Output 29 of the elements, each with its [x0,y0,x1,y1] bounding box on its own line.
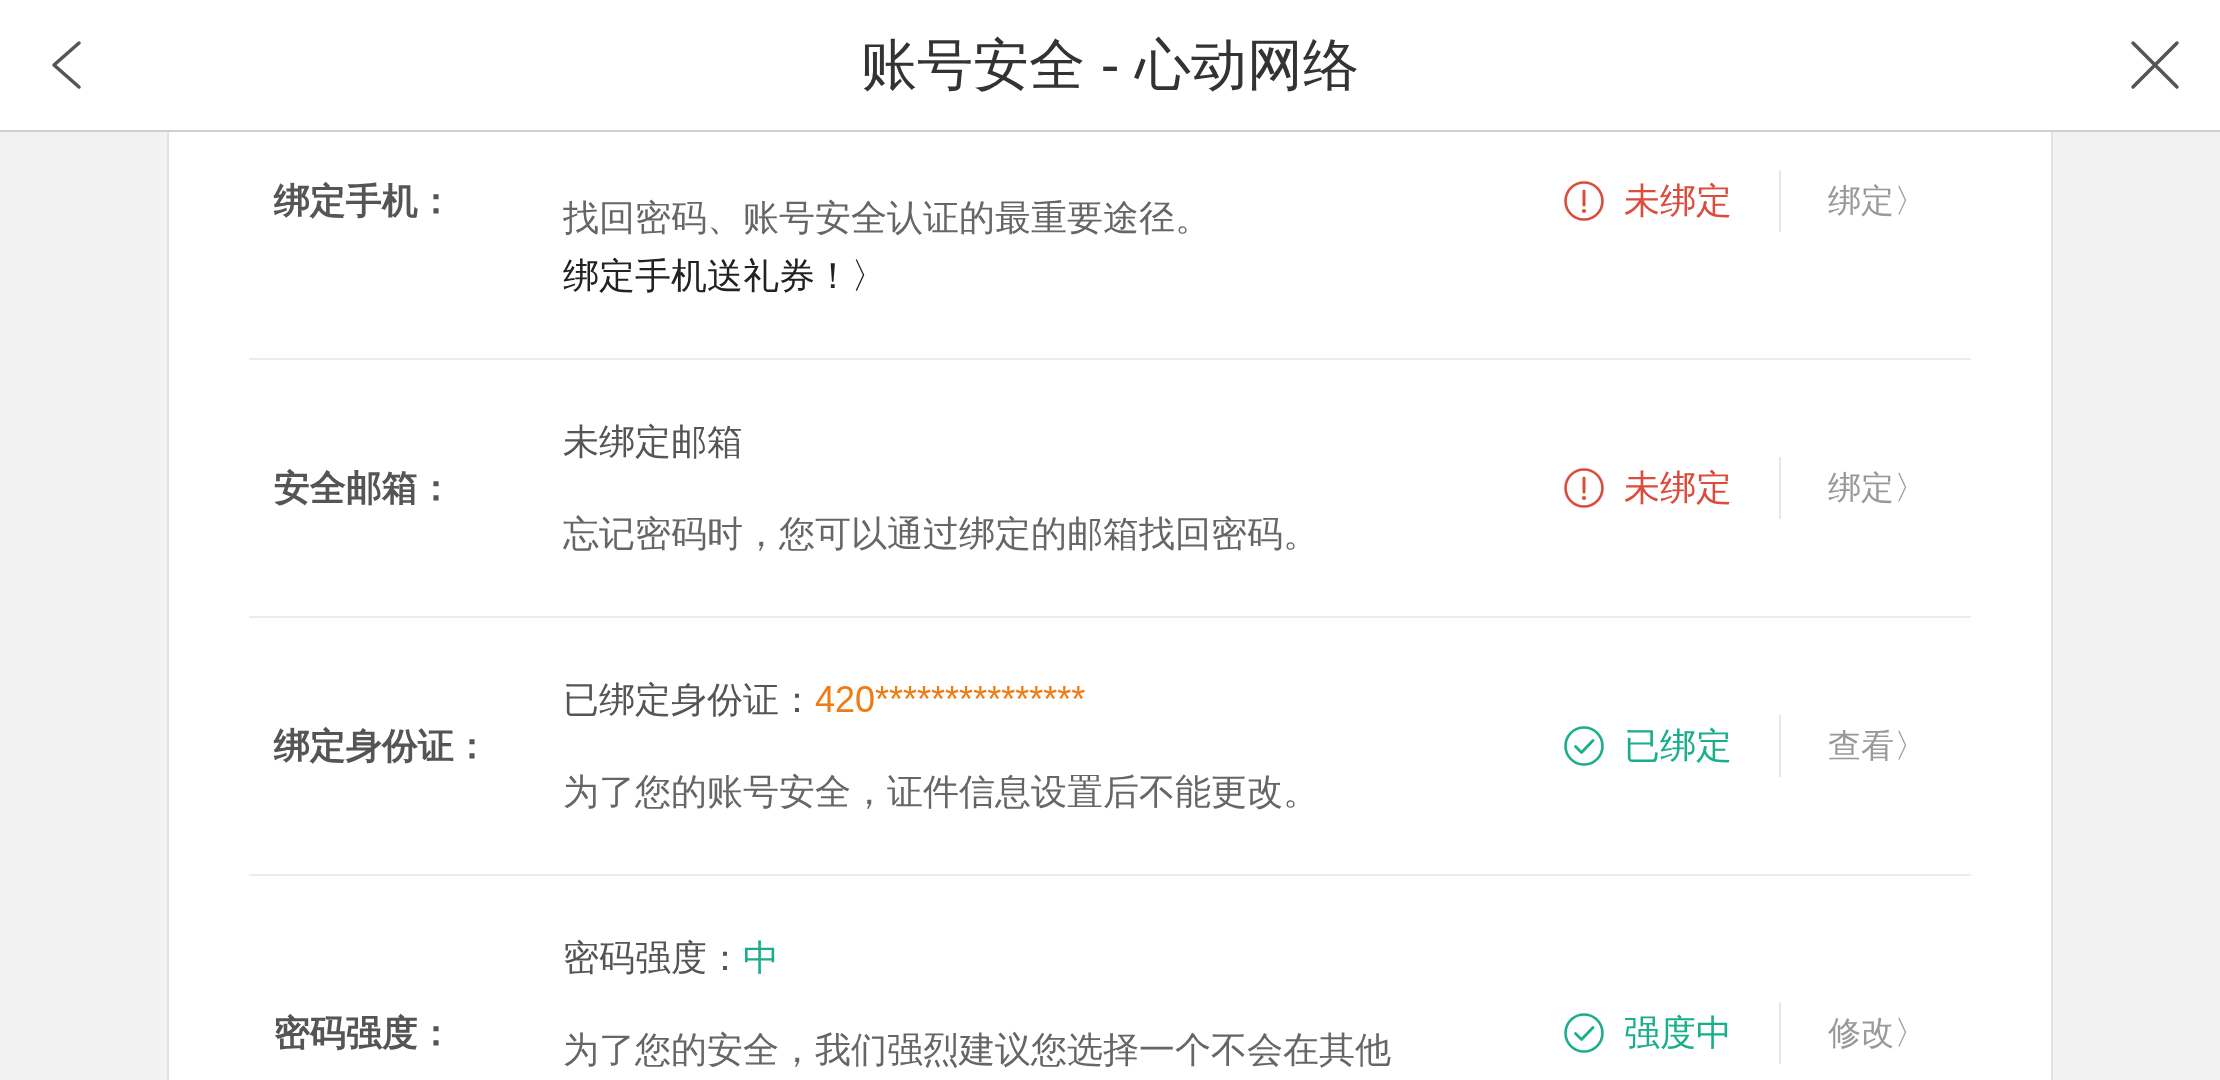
action-link[interactable]: 绑定〉 [1828,463,1927,513]
status-label: 未绑定 [1624,466,1732,510]
description-text: 忘记密码时，您可以通过绑定的邮箱找回密码。 [563,513,1319,554]
field-label: 绑定身份证： [274,724,491,768]
action-link[interactable]: 修改〉 [1828,1008,1927,1058]
window-title: 账号安全 - 心动网络 [861,32,1359,98]
check-circle-icon [1564,726,1604,766]
close-icon[interactable] [2130,40,2180,90]
status-label: 已绑定 [1624,724,1732,768]
action-link[interactable]: 查看〉 [1828,721,1927,771]
status-text: 已绑定身份证： [563,678,815,722]
status-value: 420*************** [815,678,1086,722]
action-link[interactable]: 绑定〉 [1828,176,1927,226]
back-icon[interactable] [50,40,82,90]
promo-link[interactable]: 绑定手机送礼券！〉 [563,255,887,296]
status-label: 未绑定 [1624,179,1732,223]
description-text: 为了您的账号安全，证件信息设置后不能更改。 [563,771,1319,812]
field-label: 绑定手机： [274,179,455,223]
status-text: 密码强度： [563,936,743,980]
status-value: 中 [743,936,779,980]
alert-icon [1564,468,1604,508]
description-text: 为了您的安全，我们强烈建议您选择一个不会在其他 [563,1029,1391,1070]
field-label: 安全邮箱： [274,466,455,510]
check-circle-icon [1564,1013,1604,1053]
description-text: 找回密码、账号安全认证的最重要途径。 [563,197,1211,238]
status-text: 未绑定邮箱 [563,420,743,464]
status-label: 强度中 [1624,1011,1732,1055]
field-label: 密码强度： [274,1011,455,1055]
alert-icon [1564,181,1604,221]
